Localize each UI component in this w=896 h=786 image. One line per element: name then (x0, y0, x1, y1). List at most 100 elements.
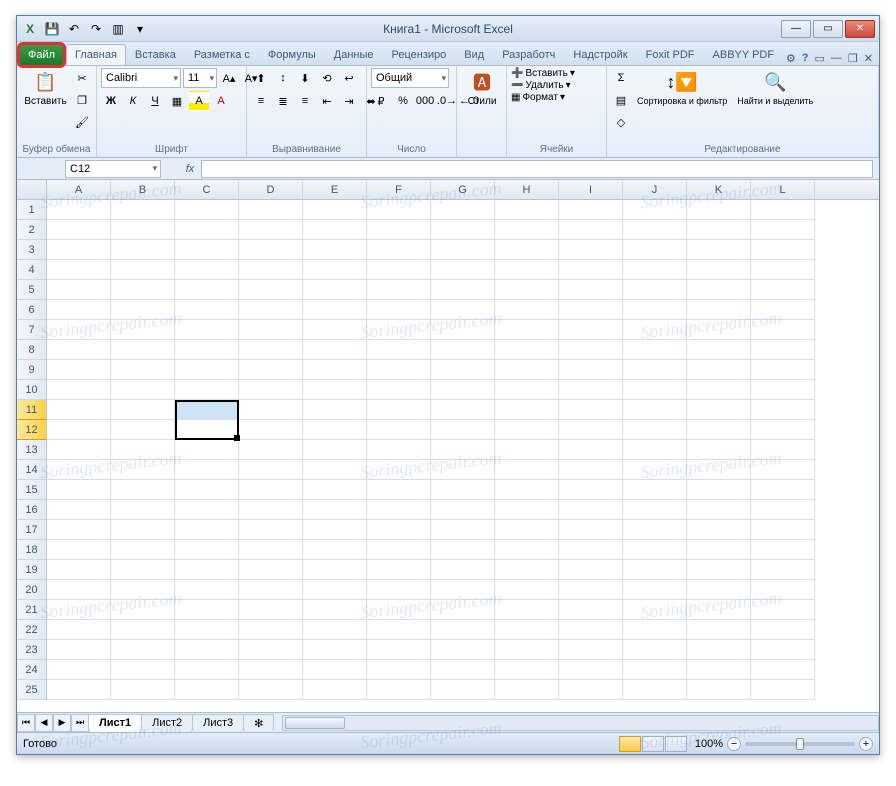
cell[interactable] (111, 380, 175, 400)
view-page-break-button[interactable] (665, 736, 687, 752)
cell[interactable] (303, 540, 367, 560)
redo-button[interactable]: ↷ (87, 20, 105, 38)
cell[interactable] (623, 660, 687, 680)
tab-foxit-pdf[interactable]: Foxit PDF (637, 44, 704, 65)
cell[interactable] (431, 460, 495, 480)
cell[interactable] (175, 280, 239, 300)
cell[interactable] (175, 620, 239, 640)
zoom-out-button[interactable]: − (727, 737, 741, 751)
cell[interactable] (495, 540, 559, 560)
cell[interactable] (431, 560, 495, 580)
cell[interactable] (495, 620, 559, 640)
cell[interactable] (559, 500, 623, 520)
underline-button[interactable]: Ч (145, 91, 165, 111)
format-painter-button[interactable]: 🖌 (72, 112, 92, 132)
cell[interactable] (559, 240, 623, 260)
cell[interactable] (47, 280, 111, 300)
cell[interactable] (111, 680, 175, 700)
align-top-button[interactable]: ⬆ (251, 68, 271, 88)
cell[interactable] (303, 460, 367, 480)
cell[interactable] (431, 280, 495, 300)
cell[interactable] (367, 280, 431, 300)
new-sheet-button[interactable]: ✻ (243, 714, 274, 732)
column-header[interactable]: K (687, 180, 751, 199)
cell[interactable] (239, 660, 303, 680)
name-box[interactable]: C12 (65, 160, 161, 178)
row-header[interactable]: 15 (17, 480, 47, 500)
cell[interactable] (495, 520, 559, 540)
cell[interactable] (751, 500, 815, 520)
cell[interactable] (303, 500, 367, 520)
formula-input[interactable] (201, 160, 873, 178)
cell[interactable] (687, 560, 751, 580)
cell[interactable] (239, 280, 303, 300)
cell[interactable] (751, 300, 815, 320)
cell[interactable] (47, 480, 111, 500)
delete-cells-button[interactable]: ➖Удалить ▾ (511, 80, 571, 91)
sheet-prev-button[interactable]: ◀ (35, 714, 53, 732)
cell[interactable] (687, 260, 751, 280)
cell[interactable] (367, 680, 431, 700)
cell[interactable] (751, 240, 815, 260)
column-header[interactable]: D (239, 180, 303, 199)
view-normal-button[interactable] (619, 736, 641, 752)
cell[interactable] (559, 300, 623, 320)
grow-font-button[interactable]: A▴ (219, 68, 239, 88)
cell[interactable] (623, 420, 687, 440)
cell[interactable] (47, 260, 111, 280)
cell[interactable] (623, 680, 687, 700)
row-header[interactable]: 22 (17, 620, 47, 640)
qat-customize-button[interactable]: ▾ (131, 20, 149, 38)
cell[interactable] (303, 240, 367, 260)
cell[interactable] (431, 340, 495, 360)
tab-review[interactable]: Рецензиро (383, 44, 456, 65)
cell[interactable] (239, 200, 303, 220)
font-color-button[interactable]: A (211, 91, 231, 111)
cell[interactable] (303, 680, 367, 700)
cell[interactable] (623, 620, 687, 640)
cell[interactable] (175, 460, 239, 480)
cell[interactable] (495, 300, 559, 320)
cell[interactable] (751, 640, 815, 660)
sheet-tab[interactable]: Лист3 (192, 714, 244, 732)
cell[interactable] (623, 240, 687, 260)
cell[interactable] (47, 420, 111, 440)
cell[interactable] (367, 500, 431, 520)
cell[interactable] (623, 200, 687, 220)
cell[interactable] (175, 500, 239, 520)
cell[interactable] (431, 360, 495, 380)
border-button[interactable]: ▦ (167, 91, 187, 111)
cell[interactable] (431, 540, 495, 560)
cell[interactable] (495, 200, 559, 220)
cell[interactable] (751, 420, 815, 440)
cell[interactable] (303, 560, 367, 580)
workbook-min-icon[interactable]: — (831, 52, 842, 65)
cell[interactable] (111, 540, 175, 560)
cell[interactable] (175, 420, 239, 440)
column-header[interactable]: F (367, 180, 431, 199)
cell[interactable] (495, 560, 559, 580)
cell[interactable] (239, 240, 303, 260)
cell[interactable] (559, 440, 623, 460)
cell[interactable] (751, 520, 815, 540)
cell[interactable] (751, 280, 815, 300)
undo-button[interactable]: ↶ (65, 20, 83, 38)
cell[interactable] (367, 480, 431, 500)
cell[interactable] (367, 260, 431, 280)
cell[interactable] (175, 260, 239, 280)
column-header[interactable]: J (623, 180, 687, 199)
cell[interactable] (623, 600, 687, 620)
row-header[interactable]: 23 (17, 640, 47, 660)
cell[interactable] (623, 460, 687, 480)
cell[interactable] (687, 680, 751, 700)
cell[interactable] (367, 660, 431, 680)
grid-rows[interactable]: 1234567891011121314151617181920212223242… (17, 200, 879, 712)
cell[interactable] (111, 240, 175, 260)
format-cells-button[interactable]: ▦Формат ▾ (511, 92, 565, 103)
cell[interactable] (239, 680, 303, 700)
cell[interactable] (111, 480, 175, 500)
cell[interactable] (367, 240, 431, 260)
cell[interactable] (623, 280, 687, 300)
sheet-tab[interactable]: Лист2 (141, 714, 193, 732)
cell[interactable] (623, 380, 687, 400)
